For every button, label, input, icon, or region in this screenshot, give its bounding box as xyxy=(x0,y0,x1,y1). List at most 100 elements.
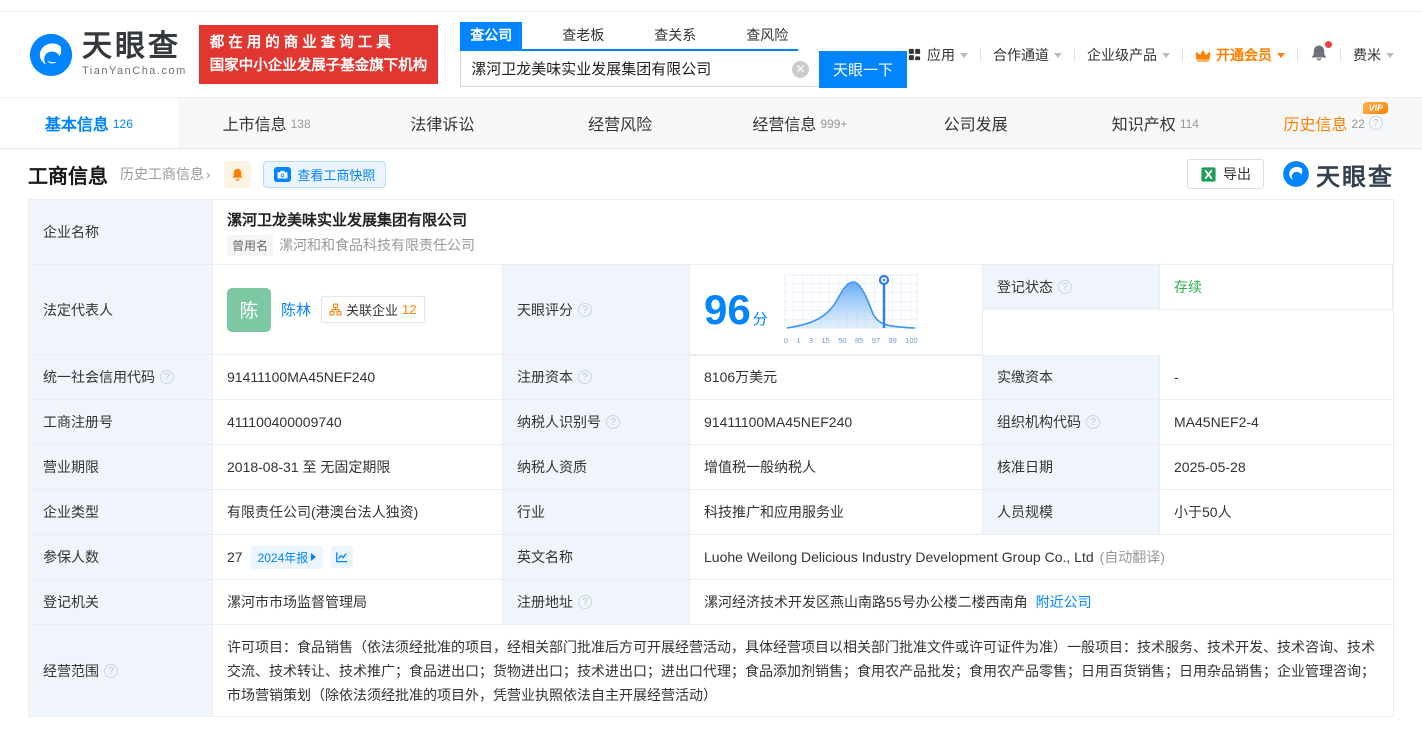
notifications-bell[interactable] xyxy=(1310,41,1332,65)
trend-chart-button[interactable] xyxy=(331,546,354,568)
field-value: 漯河经济技术开发区燕山南路55号办公楼二楼西南角 附近公司 xyxy=(690,580,1393,625)
excel-icon xyxy=(1201,166,1216,182)
tab-legal-litigation[interactable]: 法律诉讼 xyxy=(356,98,534,148)
english-name: Luohe Weilong Delicious Industry Develop… xyxy=(704,549,1094,565)
related-companies-badge[interactable]: 关联企业 12 xyxy=(321,296,425,323)
tab-basic-info[interactable]: 基本信息 126 xyxy=(0,98,178,148)
tab-label: 经营风险 xyxy=(588,117,653,134)
tab-operation-risk[interactable]: 经营风险 xyxy=(533,98,711,148)
search-input[interactable] xyxy=(460,50,819,87)
nav-divider xyxy=(1074,47,1075,62)
tab-intellectual-property[interactable]: 知识产权 114 xyxy=(1067,98,1245,148)
org-chart-icon xyxy=(329,303,342,316)
field-label: 参保人数 xyxy=(29,535,213,580)
field-label: 企业类型 xyxy=(29,490,213,535)
company-name-cell: 漯河卫龙美味实业发展集团有限公司 曾用名 漯河和和食品科技有限责任公司 xyxy=(213,200,1393,265)
chevron-down-icon xyxy=(1162,53,1170,58)
help-icon[interactable]: ? xyxy=(578,370,592,384)
tianyancha-logo[interactable]: 天眼查 TianYanCha.com xyxy=(28,32,187,78)
registered-address: 漯河经济技术开发区燕山南路55号办公楼二楼西南角 xyxy=(704,594,1028,610)
tab-count: 22 xyxy=(1351,117,1365,131)
search-tab-relation[interactable]: 查关系 xyxy=(644,22,706,49)
clear-icon[interactable]: ✕ xyxy=(792,60,809,78)
annual-report-badge[interactable]: 2024年报 xyxy=(250,545,324,569)
nav-open-vip[interactable]: 开通会员 xyxy=(1195,45,1285,65)
help-icon[interactable]: ? xyxy=(606,415,620,429)
field-value: 科技推广和应用服务业 xyxy=(690,490,983,535)
promo-line1: 都在用的商业查询工具 xyxy=(209,35,395,52)
nav-user[interactable]: 费米 xyxy=(1353,45,1394,65)
history-business-info-link[interactable]: 历史工商信息 › xyxy=(120,164,210,184)
business-snapshot-button[interactable]: 查看工商快照 xyxy=(263,160,387,188)
company-name: 漯河卫龙美味实业发展集团有限公司 xyxy=(227,211,468,229)
bell-icon xyxy=(232,168,243,181)
tab-label: 法律诉讼 xyxy=(410,117,475,134)
chevron-down-icon xyxy=(1386,53,1394,58)
search-tab-company[interactable]: 查公司 xyxy=(460,21,523,49)
tab-company-development[interactable]: 公司发展 xyxy=(889,98,1067,148)
tab-history-info[interactable]: VIP 历史信息 22 ? xyxy=(1244,98,1422,148)
help-icon[interactable]: ? xyxy=(578,595,592,609)
field-label: 注册地址? xyxy=(503,580,690,625)
field-label: 注册资本? xyxy=(503,355,690,400)
table-row: 登记机关 漯河市市场监督管理局 注册地址? 漯河经济技术开发区燕山南路55号办公… xyxy=(29,580,1393,625)
tab-listing-info[interactable]: 上市信息 138 xyxy=(178,98,356,148)
help-icon[interactable]: ? xyxy=(160,370,174,384)
tab-label: 上市信息 xyxy=(222,117,287,134)
avatar[interactable]: 陈 xyxy=(227,287,271,332)
monitor-bell-button[interactable] xyxy=(224,160,252,188)
help-icon[interactable]: ? xyxy=(1368,116,1383,130)
field-label: 实缴资本 xyxy=(983,355,1160,400)
field-value: MA45NEF2-4 xyxy=(1160,400,1393,445)
main-tabbar: 基本信息 126 上市信息 138 法律诉讼 经营风险 经营信息 999+ 公司… xyxy=(0,97,1422,149)
nav-enterprise-label: 企业级产品 xyxy=(1087,46,1157,63)
table-row: 营业期限 2018-08-31 至 无固定期限 纳税人资质 增值税一般纳税人 核… xyxy=(29,445,1393,490)
logo-title: 天眼查 xyxy=(82,30,181,63)
former-name: 漯河和和食品科技有限责任公司 xyxy=(279,237,476,253)
triangle-right-icon xyxy=(311,553,317,561)
table-row: 经营范围? 许可项目：食品销售（依法须经批准的项目，经相关部门批准后方可开展经营… xyxy=(29,625,1393,716)
nav-vip-label: 开通会员 xyxy=(1216,46,1272,63)
field-label: 核准日期 xyxy=(983,445,1160,490)
tab-count: 114 xyxy=(1179,117,1199,131)
nav-apps[interactable]: 应用 xyxy=(907,45,968,65)
search-tab-risk[interactable]: 查风险 xyxy=(736,22,798,49)
nav-divider xyxy=(1182,47,1183,62)
tab-operation-info[interactable]: 经营信息 999+ xyxy=(711,98,889,148)
chevron-right-icon: › xyxy=(206,167,211,182)
help-icon[interactable]: ? xyxy=(104,663,118,678)
help-icon[interactable]: ? xyxy=(578,302,592,317)
table-row: 法定代表人 陈 陈林 关联企业 12 登记状态? 存续 天眼评分? 96 分 0… xyxy=(29,265,1393,356)
tab-label: 知识产权 xyxy=(1111,117,1176,134)
nav-enterprise[interactable]: 企业级产品 xyxy=(1087,45,1170,65)
search-button[interactable]: 天眼一下 xyxy=(819,50,907,88)
field-value: - xyxy=(1160,355,1393,400)
table-row: 统一社会信用代码? 91411100MA45NEF240 注册资本? 8106万… xyxy=(29,355,1393,400)
field-value: 91411100MA45NEF240 xyxy=(690,400,983,445)
field-value: 存续 xyxy=(1160,265,1393,310)
nav-partner[interactable]: 合作通道 xyxy=(993,45,1062,65)
crown-icon xyxy=(1195,49,1211,62)
help-icon[interactable]: ? xyxy=(1058,280,1072,294)
field-label: 纳税人资质 xyxy=(503,445,690,490)
legal-rep-link[interactable]: 陈林 xyxy=(281,299,311,320)
vip-badge: VIP xyxy=(1363,102,1388,114)
field-label: 法定代表人 xyxy=(29,265,213,355)
promo-line2: 国家中小企业发展子基金旗下机构 xyxy=(209,57,428,74)
watermark-text: 天眼查 xyxy=(1316,163,1394,191)
former-name-badge: 曾用名 xyxy=(227,234,274,256)
score-value: 96 分 xyxy=(704,285,768,333)
help-icon[interactable]: ? xyxy=(1086,415,1100,429)
nearby-companies-link[interactable]: 附近公司 xyxy=(1036,592,1092,612)
field-label: 营业期限 xyxy=(29,445,213,490)
export-label: 导出 xyxy=(1223,166,1251,182)
field-value: 8106万美元 xyxy=(690,355,983,400)
trend-icon xyxy=(336,552,348,563)
tab-count: 138 xyxy=(290,117,311,131)
search-tab-boss[interactable]: 查老板 xyxy=(552,22,614,49)
chart-axis-ticks: 0 1 3 15 50 85 97 99 100 xyxy=(783,336,918,345)
table-row: 企业名称 漯河卫龙美味实业发展集团有限公司 曾用名 漯河和和食品科技有限责任公司 xyxy=(29,200,1393,265)
swirl-logo-icon xyxy=(1283,161,1309,187)
header: 天眼查 TianYanCha.com 都在用的商业查询工具 国家中小企业发展子基… xyxy=(0,12,1422,97)
export-button[interactable]: 导出 xyxy=(1187,159,1264,189)
